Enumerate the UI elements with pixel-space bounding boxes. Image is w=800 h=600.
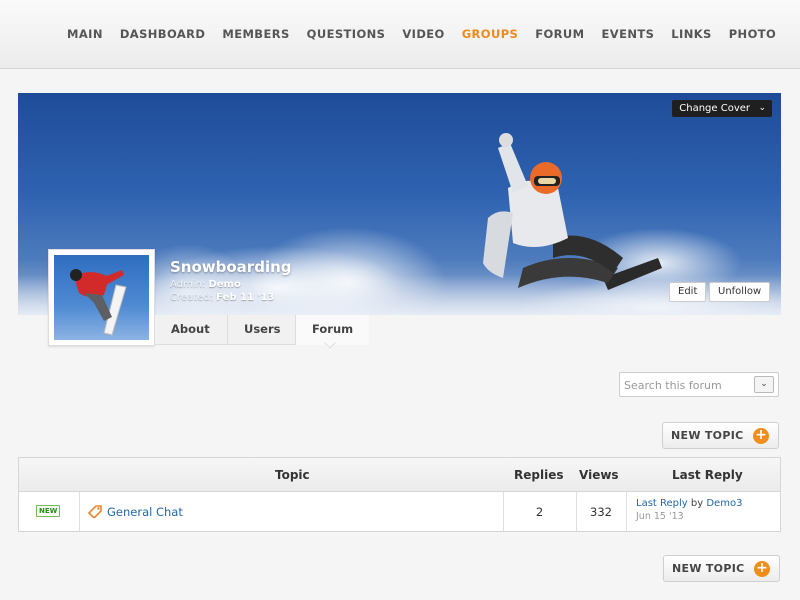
column-header-topic: Topic <box>275 468 310 482</box>
nav-item-questions[interactable]: QUESTIONS <box>307 27 386 41</box>
change-cover-button[interactable]: Change Cover ⌄ <box>672 100 772 117</box>
plus-icon: + <box>753 428 769 444</box>
search-dropdown-button[interactable]: ⌄ <box>754 376 774 393</box>
plus-icon: + <box>754 561 770 577</box>
new-badge: NEW <box>36 505 61 517</box>
nav-item-forum[interactable]: FORUM <box>535 27 584 41</box>
column-divider <box>626 492 627 531</box>
edit-button[interactable]: Edit <box>669 282 707 302</box>
unfollow-button[interactable]: Unfollow <box>709 282 771 302</box>
nav-item-photo[interactable]: PHOTO <box>729 27 776 41</box>
group-name: Snowboarding <box>170 258 292 276</box>
column-header-views: Views <box>579 468 619 482</box>
snowboarder-avatar-illustration <box>70 269 127 336</box>
admin-value[interactable]: Demo <box>208 279 240 290</box>
chevron-down-icon: ⌄ <box>760 379 768 389</box>
snowboarder-illustration <box>483 133 662 290</box>
tab-users[interactable]: Users <box>228 315 296 345</box>
group-avatar[interactable] <box>48 249 155 346</box>
forum-topics-table: Topic Replies Views Last Reply NEW Gener… <box>18 457 781 532</box>
topic-link[interactable]: General Chat <box>107 505 183 519</box>
nav-item-dashboard[interactable]: DASHBOARD <box>120 27 206 41</box>
last-reply-user-link[interactable]: Demo3 <box>706 498 742 509</box>
nav-item-members[interactable]: MEMBERS <box>222 27 289 41</box>
nav-item-groups[interactable]: GROUPS <box>462 27 519 41</box>
admin-label: Admin: <box>170 279 206 290</box>
last-reply-cell: Last Reply by Demo3 Jun 15 '13 <box>636 498 742 522</box>
table-row: NEW General Chat 2 332 Last Reply by Dem… <box>19 492 780 531</box>
column-header-replies: Replies <box>514 468 564 482</box>
nav-item-events[interactable]: EVENTS <box>602 27 655 41</box>
views-count: 332 <box>590 505 612 519</box>
change-cover-label: Change Cover <box>679 103 750 114</box>
group-avatar-image <box>54 255 149 340</box>
table-header: Topic Replies Views Last Reply <box>19 458 780 492</box>
tab-forum[interactable]: Forum <box>296 315 369 349</box>
main-menu: MAIN DASHBOARD MEMBERS QUESTIONS VIDEO G… <box>67 27 793 41</box>
search-input[interactable] <box>624 377 749 393</box>
last-reply-by: by <box>690 498 704 509</box>
column-header-last-reply: Last Reply <box>672 468 743 482</box>
new-topic-label: NEW TOPIC <box>672 562 745 575</box>
new-topic-label: NEW TOPIC <box>671 429 744 442</box>
forum-search: ⌄ <box>619 372 779 397</box>
column-divider <box>79 492 80 531</box>
created-value: Feb 11 '13 <box>216 292 275 303</box>
group-tabs: About Users Forum <box>155 315 369 349</box>
nav-item-links[interactable]: LINKS <box>671 27 711 41</box>
group-admin: Admin: Demo <box>170 279 241 290</box>
last-reply-link[interactable]: Last Reply <box>636 498 688 509</box>
top-navigation: MAIN DASHBOARD MEMBERS QUESTIONS VIDEO G… <box>0 0 800 69</box>
replies-count: 2 <box>535 505 544 519</box>
group-created: Created: Feb 11 '13 <box>170 292 274 303</box>
created-label: Created: <box>170 292 213 303</box>
new-topic-button[interactable]: NEW TOPIC + <box>662 422 779 449</box>
new-topic-button-bottom[interactable]: NEW TOPIC + <box>663 555 780 582</box>
tab-forum-label: Forum <box>312 322 354 336</box>
chevron-down-icon: ⌄ <box>758 103 766 113</box>
last-reply-date: Jun 15 '13 <box>636 511 684 522</box>
nav-item-main[interactable]: MAIN <box>67 27 103 41</box>
tab-about[interactable]: About <box>155 315 228 345</box>
topic-tag-icon <box>87 505 102 518</box>
nav-item-video[interactable]: VIDEO <box>402 27 444 41</box>
